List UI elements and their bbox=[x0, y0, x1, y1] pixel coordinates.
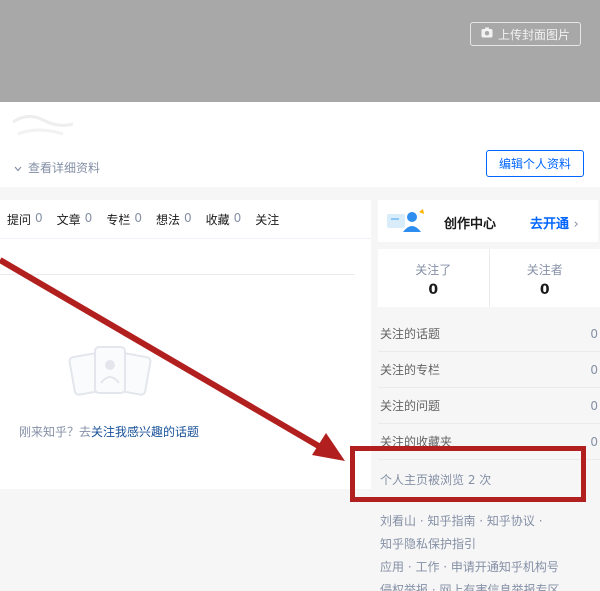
following-label: 关注了 bbox=[415, 263, 452, 277]
tab-articles[interactable]: 文章 0 bbox=[57, 211, 93, 228]
footer-line[interactable]: 知乎隐私保护指引 bbox=[380, 533, 559, 556]
tab-count: 0 bbox=[134, 210, 142, 225]
upload-cover-label: 上传封面图片 bbox=[497, 27, 570, 42]
follow-stats: 关注了 0 关注者 0 bbox=[378, 249, 600, 307]
following-list: 关注的话题 0 关注的专栏 0 关注的问题 0 关注的收藏夹 0 bbox=[378, 316, 600, 460]
view-details-label: 查看详细资料 bbox=[28, 161, 101, 175]
creator-center-title: 创作中心 bbox=[444, 217, 497, 232]
upload-cover-button[interactable]: 上传封面图片 bbox=[469, 22, 581, 46]
cover-image: 上传封面图片 bbox=[0, 0, 600, 102]
tab-label: 关注 bbox=[255, 212, 280, 227]
profile-header: 查看详细资料 编辑个人资料 bbox=[0, 102, 600, 187]
tab-questions[interactable]: 提问 0 bbox=[7, 211, 43, 228]
following-count: 0 bbox=[428, 282, 439, 298]
tab-count: 0 bbox=[35, 210, 43, 225]
follow-topics-link[interactable]: 关注我感兴趣的话题 bbox=[91, 425, 199, 439]
tab-following[interactable]: 关注 bbox=[255, 211, 283, 228]
empty-state-icon bbox=[68, 345, 152, 399]
camera-icon bbox=[481, 27, 493, 41]
tab-label: 文章 bbox=[56, 212, 81, 227]
tab-count: 0 bbox=[183, 210, 192, 225]
main-card: 提问 0 文章 0 专栏 0 想法 0 收藏 0 关注 bbox=[0, 200, 371, 489]
following-stat[interactable]: 关注了 0 bbox=[378, 249, 489, 307]
footer-line[interactable]: 侵权举报 · 网上有害信息举报专区 bbox=[380, 579, 559, 591]
tab-columns[interactable]: 专栏 0 bbox=[106, 211, 142, 228]
creator-open-button[interactable]: 去开通 › bbox=[530, 213, 579, 232]
creator-icon bbox=[386, 208, 426, 234]
profile-tabs: 提问 0 文章 0 专栏 0 想法 0 收藏 0 关注 bbox=[0, 200, 371, 239]
chevron-right-icon: › bbox=[573, 217, 579, 232]
tab-count: 0 bbox=[84, 210, 93, 225]
highlight-box bbox=[350, 446, 586, 502]
creator-center-card[interactable]: 创作中心 去开通 › bbox=[378, 200, 598, 242]
empty-state-text: 刚来知乎？去关注我感兴趣的话题 bbox=[19, 423, 199, 440]
followers-label: 关注者 bbox=[526, 263, 563, 277]
edit-profile-button[interactable]: 编辑个人资料 bbox=[486, 150, 584, 177]
empty-state-prefix: 刚来知乎？去 bbox=[19, 425, 92, 439]
tab-label: 专栏 bbox=[106, 212, 131, 227]
footer-line[interactable]: 刘看山 · 知乎指南 · 知乎协议 · bbox=[380, 510, 559, 533]
tab-label: 提问 bbox=[7, 212, 32, 227]
tab-thoughts[interactable]: 想法 0 bbox=[156, 211, 192, 228]
footer-links: 刘看山 · 知乎指南 · 知乎协议 · 知乎隐私保护指引 应用 · 工作 · 申… bbox=[380, 510, 559, 591]
followers-count: 0 bbox=[539, 282, 550, 298]
tab-collections[interactable]: 收藏 0 bbox=[206, 211, 242, 228]
tab-label: 收藏 bbox=[205, 212, 230, 227]
followers-stat[interactable]: 关注者 0 bbox=[488, 249, 600, 307]
list-item-count: 0 bbox=[590, 326, 598, 341]
chevron-down-icon bbox=[14, 161, 22, 175]
avatar bbox=[8, 110, 78, 140]
footer-line[interactable]: 应用 · 工作 · 申请开通知乎机构号 bbox=[380, 556, 559, 579]
list-item[interactable]: 关注的话题 0 bbox=[378, 316, 600, 352]
list-item-label: 关注的话题 bbox=[380, 327, 441, 341]
list-item-count: 0 bbox=[590, 398, 598, 413]
creator-open-label: 去开通 bbox=[530, 217, 570, 232]
list-item[interactable]: 关注的专栏 0 bbox=[378, 352, 600, 388]
list-item-label: 关注的问题 bbox=[380, 399, 441, 413]
list-item-count: 0 bbox=[590, 362, 598, 377]
tab-count: 0 bbox=[233, 210, 242, 225]
tab-label: 想法 bbox=[155, 212, 180, 227]
list-item-count: 0 bbox=[590, 434, 598, 449]
divider bbox=[0, 274, 355, 275]
view-details-link[interactable]: 查看详细资料 bbox=[14, 159, 100, 176]
list-item[interactable]: 关注的问题 0 bbox=[378, 388, 600, 424]
list-item-label: 关注的专栏 bbox=[380, 363, 441, 377]
